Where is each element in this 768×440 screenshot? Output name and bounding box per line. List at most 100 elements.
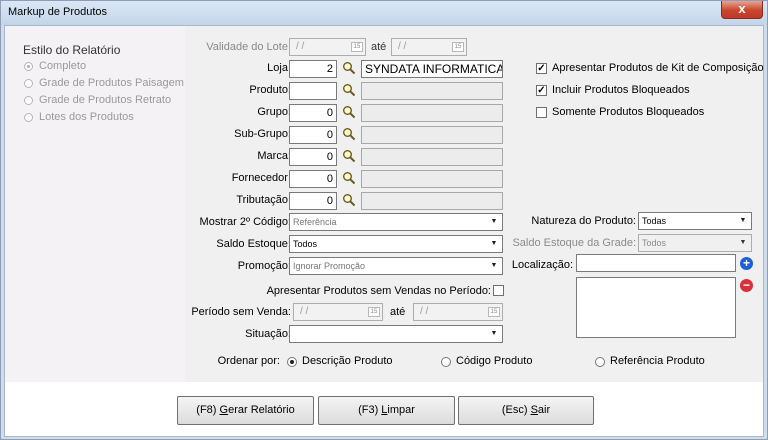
localizacao-list[interactable] bbox=[576, 277, 736, 338]
natureza-value: Todas bbox=[642, 216, 667, 226]
mostrar-codigo-value: Referência bbox=[293, 217, 337, 227]
periodo-end-value: / / bbox=[420, 306, 429, 317]
close-button[interactable]: x bbox=[721, 1, 763, 19]
subgrupo-code-input[interactable]: 0 bbox=[289, 126, 337, 144]
saldo-grade-label: Saldo Estoque da Grade: bbox=[512, 237, 636, 249]
validade-label: Validade do Lote: bbox=[206, 41, 291, 53]
calendar-icon[interactable]: 15 bbox=[351, 42, 363, 52]
tributacao-label: Tributação: bbox=[236, 194, 291, 206]
ordenar-referencia-radio[interactable] bbox=[595, 357, 605, 367]
grupo-code-input[interactable]: 0 bbox=[289, 104, 337, 122]
ordenar-descricao-radio[interactable] bbox=[287, 357, 297, 367]
sem-vendas-checkbox[interactable] bbox=[493, 285, 504, 296]
calendar-icon[interactable]: 15 bbox=[452, 42, 464, 52]
limpar-prefix: (F3) bbox=[358, 404, 382, 416]
validade-start-field[interactable]: / / 15 bbox=[289, 38, 366, 56]
search-icon[interactable] bbox=[342, 83, 356, 97]
limpar-rest: impar bbox=[387, 404, 415, 416]
radio-completo-label: Completo bbox=[39, 60, 87, 72]
gerar-relatorio-button[interactable]: (F8) Gerar Relatório bbox=[177, 396, 314, 425]
app-window: Markup de Produtos x Estilo do Relatório… bbox=[0, 0, 768, 440]
button-bar: (F8) Gerar Relatório (F3) Limpar (Esc) S… bbox=[5, 382, 763, 436]
tributacao-name-field bbox=[361, 192, 503, 210]
somente-bloqueados-checkbox[interactable] bbox=[536, 107, 547, 118]
radio-grade-paisagem-label: Grade de Produtos Paisagem bbox=[39, 77, 184, 89]
calendar-icon[interactable]: 15 bbox=[488, 307, 500, 317]
sem-vendas-label: Apresentar Produtos sem Vendas no Períod… bbox=[266, 285, 491, 297]
situacao-select[interactable]: ▼ bbox=[289, 325, 503, 343]
periodo-start-field[interactable]: / / 15 bbox=[293, 303, 383, 321]
ordenar-label: Ordenar por: bbox=[217, 355, 280, 367]
sair-prefix: (Esc) bbox=[501, 404, 531, 416]
grupo-name-field bbox=[361, 104, 503, 122]
marca-name-field bbox=[361, 148, 503, 166]
radio-lotes[interactable] bbox=[24, 113, 33, 122]
radio-grade-paisagem[interactable] bbox=[24, 79, 33, 88]
title-bar[interactable]: Markup de Produtos x bbox=[1, 1, 767, 25]
periodo-sem-venda-label: Período sem Venda: bbox=[191, 306, 291, 318]
search-icon[interactable] bbox=[342, 127, 356, 141]
saldo-grade-select[interactable]: Todos ▼ bbox=[638, 234, 752, 252]
radio-completo[interactable] bbox=[24, 62, 33, 71]
chevron-down-icon: ▼ bbox=[490, 240, 498, 247]
chevron-down-icon: ▼ bbox=[490, 262, 498, 269]
search-icon[interactable] bbox=[342, 105, 356, 119]
validade-end-field[interactable]: / / 15 bbox=[391, 38, 467, 56]
search-icon[interactable] bbox=[342, 61, 356, 75]
sair-hotkey: S bbox=[530, 404, 538, 416]
mostrar-codigo-select[interactable]: Referência ▼ bbox=[289, 213, 503, 231]
chevron-down-icon: ▼ bbox=[739, 217, 747, 224]
produto-name-field bbox=[361, 82, 503, 100]
gerar-prefix: (F8) bbox=[196, 404, 220, 416]
sair-rest: air bbox=[537, 404, 551, 416]
saldo-estoque-select[interactable]: Todos ▼ bbox=[289, 235, 503, 253]
loja-label: Loja: bbox=[267, 62, 291, 74]
validade-separator: até bbox=[371, 41, 387, 53]
loja-code-input[interactable]: 2 bbox=[289, 60, 337, 78]
loja-name-field[interactable]: SYNDATA INFORMATICA E AU bbox=[361, 60, 503, 78]
promocao-select[interactable]: Ignorar Promoção ▼ bbox=[289, 257, 503, 275]
search-icon[interactable] bbox=[342, 149, 356, 163]
ordenar-codigo-label: Código Produto bbox=[456, 355, 533, 367]
window-title: Markup de Produtos bbox=[8, 6, 108, 18]
fornecedor-code-input[interactable]: 0 bbox=[289, 170, 337, 188]
promocao-value: Ignorar Promoção bbox=[293, 261, 366, 271]
radio-grade-retrato[interactable] bbox=[24, 96, 33, 105]
limpar-button[interactable]: (F3) Limpar bbox=[318, 396, 455, 425]
subgrupo-name-field bbox=[361, 126, 503, 144]
kit-composicao-label: Apresentar Produtos de Kit de Composição bbox=[552, 62, 764, 74]
tributacao-code-input[interactable]: 0 bbox=[289, 192, 337, 210]
report-style-panel: Estilo do Relatório Completo Grade de Pr… bbox=[5, 26, 185, 382]
fornecedor-label: Fornecedor: bbox=[231, 172, 291, 184]
chevron-down-icon: ▼ bbox=[739, 239, 747, 246]
client-area: Estilo do Relatório Completo Grade de Pr… bbox=[4, 25, 764, 437]
validade-end-value: / / bbox=[398, 41, 407, 52]
remove-icon[interactable]: − bbox=[740, 279, 753, 292]
ordenar-referencia-label: Referência Produto bbox=[610, 355, 705, 367]
ordenar-codigo-radio[interactable] bbox=[441, 357, 451, 367]
situacao-label: Situação: bbox=[245, 328, 291, 340]
mostrar-codigo-label: Mostrar 2º Código: bbox=[199, 216, 291, 228]
kit-composicao-checkbox[interactable]: ✓ bbox=[536, 63, 547, 74]
incluir-bloqueados-label: Incluir Produtos Bloqueados bbox=[552, 84, 690, 96]
calendar-icon[interactable]: 15 bbox=[368, 307, 380, 317]
promocao-label: Promoção: bbox=[237, 260, 291, 272]
localizacao-input[interactable] bbox=[576, 254, 736, 272]
sair-button[interactable]: (Esc) Sair bbox=[458, 396, 594, 425]
close-icon: x bbox=[738, 1, 746, 16]
produto-code-input[interactable] bbox=[289, 82, 337, 100]
somente-bloqueados-label: Somente Produtos Bloqueados bbox=[552, 106, 705, 118]
report-style-heading: Estilo do Relatório bbox=[23, 43, 121, 57]
periodo-end-field[interactable]: / / 15 bbox=[413, 303, 503, 321]
periodo-start-value: / / bbox=[300, 306, 309, 317]
filter-form: Validade do Lote: / / 15 até / / 15 Loja… bbox=[185, 26, 764, 382]
marca-code-input[interactable]: 0 bbox=[289, 148, 337, 166]
natureza-select[interactable]: Todas ▼ bbox=[638, 212, 752, 230]
incluir-bloqueados-checkbox[interactable]: ✓ bbox=[536, 85, 547, 96]
radio-grade-retrato-label: Grade de Produtos Retrato bbox=[39, 94, 172, 106]
add-icon[interactable]: + bbox=[740, 257, 753, 270]
subgrupo-label: Sub-Grupo: bbox=[234, 128, 291, 140]
grupo-label: Grupo: bbox=[257, 106, 291, 118]
search-icon[interactable] bbox=[342, 171, 356, 185]
search-icon[interactable] bbox=[342, 193, 356, 207]
